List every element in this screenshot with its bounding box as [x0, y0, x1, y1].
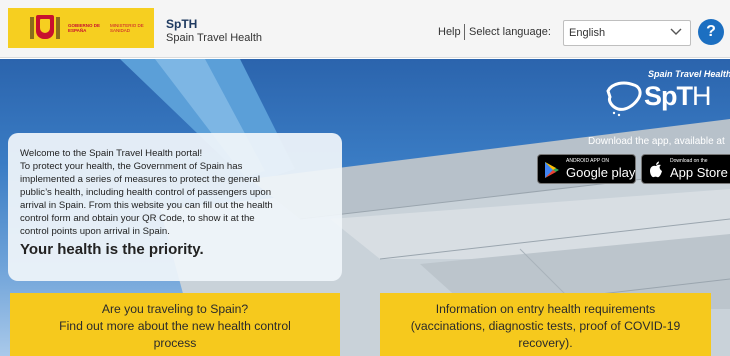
- help-link[interactable]: Help: [438, 26, 461, 38]
- traveling-to-spain-card[interactable]: Are you traveling to Spain? Find out mor…: [10, 293, 340, 356]
- brand-full: Spain Travel Health: [166, 32, 262, 44]
- spain-map-icon: [606, 81, 642, 117]
- google-play-small-text: ANDROID APP ON: [566, 158, 609, 164]
- site-brand[interactable]: SpTH Spain Travel Health: [166, 18, 262, 46]
- card-line: process: [153, 336, 197, 350]
- hero-banner: Spain Travel Health SpTH Download the ap…: [0, 59, 730, 356]
- government-of-spain-logo[interactable]: GOBIERNO DE ESPAÑA MINISTERIO DE SANIDAD: [8, 8, 154, 48]
- app-store-text: App Store: [670, 165, 728, 180]
- welcome-line: public’s health, including health contro…: [20, 187, 272, 198]
- card-line: Information on entry health requirements: [435, 302, 656, 316]
- card-line: Find out more about the new health contr…: [59, 319, 291, 333]
- logo-acronym: SpTH: [644, 81, 711, 111]
- welcome-line: arrival in Spain. From this website you …: [20, 200, 273, 211]
- ministerio-text: MINISTERIO DE SANIDAD: [110, 23, 144, 33]
- welcome-line: To protect your health, the Government o…: [20, 161, 243, 172]
- apple-icon: [650, 161, 662, 178]
- language-select[interactable]: English: [563, 20, 691, 46]
- welcome-emphasis: Your health is the priority.: [20, 241, 204, 258]
- app-store-badge[interactable]: Download on the App Store: [641, 154, 730, 184]
- logo-subtitle: Spain Travel Health: [648, 69, 730, 79]
- welcome-line: control points upon arrival in Spain.: [20, 226, 170, 237]
- spth-app-logo: Spain Travel Health SpTH: [600, 69, 730, 123]
- site-header: GOBIERNO DE ESPAÑA MINISTERIO DE SANIDAD…: [0, 0, 730, 58]
- welcome-panel: Welcome to the Spain Travel Health porta…: [8, 133, 342, 281]
- gobierno-text: GOBIERNO DE ESPAÑA: [68, 23, 101, 33]
- spain-coat-of-arms-icon: [28, 13, 62, 43]
- header-divider: [464, 24, 465, 40]
- language-select-value: English: [569, 27, 606, 39]
- select-language-label: Select language:: [469, 26, 551, 38]
- help-button[interactable]: ?: [698, 19, 724, 45]
- welcome-line: Welcome to the Spain Travel Health porta…: [20, 148, 203, 159]
- welcome-line: control form and obtain your QR Code, to…: [20, 213, 255, 224]
- google-play-badge[interactable]: ANDROID APP ON Google play: [537, 154, 636, 184]
- google-play-text: Google play: [566, 165, 636, 180]
- entry-requirements-card[interactable]: Information on entry health requirements…: [380, 293, 711, 356]
- chevron-down-icon: [670, 28, 682, 35]
- app-store-small-text: Download on the: [670, 158, 708, 164]
- card-line: (vaccinations, diagnostic tests, proof o…: [410, 319, 681, 333]
- card-line: Are you traveling to Spain?: [101, 302, 249, 316]
- download-app-text: Download the app, available at: [588, 136, 725, 147]
- welcome-line: implemented a series of measures to prot…: [20, 174, 260, 185]
- google-play-icon: [545, 162, 559, 178]
- card-line: recovery).: [518, 336, 573, 350]
- brand-short: SpTH: [166, 17, 198, 31]
